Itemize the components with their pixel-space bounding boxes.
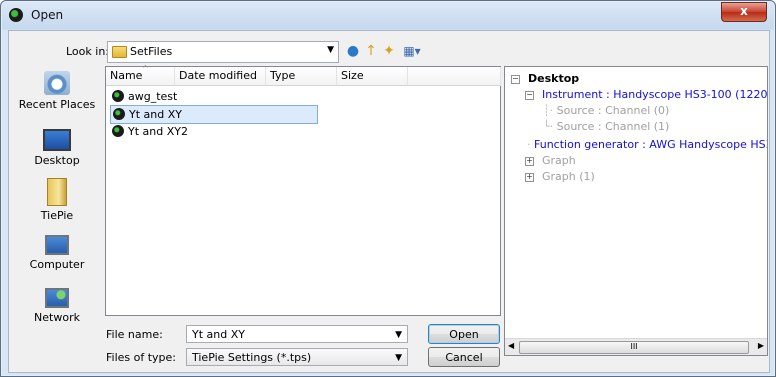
- file-name-label: File name:: [106, 328, 163, 341]
- scroll-left-icon[interactable]: ◀: [508, 341, 514, 350]
- file-row-selected[interactable]: Yt and XY: [110, 105, 318, 124]
- scroll-thumb[interactable]: III: [519, 341, 749, 354]
- open-button[interactable]: Open: [428, 324, 500, 344]
- tree-connector: ·: [527, 138, 531, 151]
- collapse-icon[interactable]: −: [511, 75, 520, 84]
- collapse-icon[interactable]: −: [525, 91, 534, 100]
- place-label: Computer: [29, 258, 85, 271]
- file-row[interactable]: Yt and XY2: [110, 123, 188, 140]
- place-network[interactable]: Network: [12, 284, 102, 324]
- tree-connector: ┊·: [543, 104, 554, 117]
- tree-connector: └·: [543, 120, 554, 133]
- tree-horizontal-scrollbar[interactable]: ◀ III ▶: [505, 338, 767, 355]
- open-dialog: Open x Look in: SetFiles ▼ ● ↑ ✦ ▦▾ Rece…: [0, 0, 776, 377]
- expand-icon[interactable]: +: [525, 157, 534, 166]
- computer-icon: [45, 235, 69, 255]
- file-type-select[interactable]: TiePie Settings (*.tps) ▼: [186, 348, 408, 366]
- cancel-button[interactable]: Cancel: [428, 347, 500, 367]
- place-desktop[interactable]: Desktop: [12, 126, 102, 167]
- folder-icon: [112, 46, 127, 58]
- tree-node-instrument[interactable]: − Instrument : Handyscope HS3-100 (12204): [525, 88, 767, 101]
- place-label: TiePie: [40, 209, 74, 222]
- tree-node-function-generator[interactable]: · Function generator : AWG Handyscope HS…: [527, 138, 767, 151]
- places-bar: Recent Places Desktop TiePie Computer Ne…: [12, 66, 102, 366]
- back-icon[interactable]: ●: [345, 41, 361, 61]
- column-header-size[interactable]: Size: [337, 67, 408, 86]
- column-header-name[interactable]: Name ^: [106, 64, 175, 86]
- chevron-down-icon[interactable]: ▼: [395, 326, 402, 344]
- tree-node-graph[interactable]: + Graph: [525, 154, 576, 167]
- tree-node-source-0[interactable]: ┊· Source : Channel (0): [543, 104, 669, 117]
- look-in-label: Look in:: [66, 45, 109, 58]
- expand-icon[interactable]: +: [525, 173, 534, 182]
- tree-node-source-1[interactable]: └· Source : Channel (1): [543, 120, 669, 133]
- look-in-value: SetFiles: [130, 45, 173, 58]
- window-title: Open: [31, 8, 64, 22]
- chevron-down-icon: ▼: [327, 45, 334, 55]
- settings-tree: − Desktop − Instrument : Handyscope HS3-10…: [504, 66, 768, 356]
- tree-node-graph-1[interactable]: + Graph (1): [525, 170, 595, 183]
- tiepie-file-icon: [113, 108, 125, 120]
- file-row[interactable]: awg_test: [110, 88, 177, 105]
- tiepie-file-icon: [112, 125, 124, 137]
- tiepie-file-icon: [112, 90, 124, 102]
- place-label: Network: [34, 311, 80, 324]
- file-name-input[interactable]: Yt and XY ▼: [186, 325, 408, 343]
- user-folder-icon: [47, 178, 67, 206]
- close-button[interactable]: x: [721, 2, 767, 22]
- scroll-right-icon[interactable]: ▶: [758, 341, 764, 350]
- column-header-date-modified[interactable]: Date modified: [175, 67, 266, 86]
- view-menu-icon[interactable]: ▦▾: [400, 41, 424, 61]
- sort-asc-icon: ^: [142, 64, 149, 73]
- chevron-down-icon: ▼: [395, 353, 402, 363]
- column-header-type[interactable]: Type: [266, 67, 337, 86]
- place-tiepie[interactable]: TiePie: [12, 178, 102, 222]
- file-list: Name ^ Date modified Type Size awg_test …: [105, 64, 501, 316]
- dialog-client-area: Look in: SetFiles ▼ ● ↑ ✦ ▦▾ Recent Plac…: [8, 30, 770, 373]
- place-label: Recent Places: [18, 98, 96, 111]
- new-folder-icon[interactable]: ✦: [381, 41, 397, 61]
- title-bar: Open x: [1, 1, 775, 29]
- place-recent-places[interactable]: Recent Places: [12, 71, 102, 111]
- place-label: Desktop: [34, 154, 80, 167]
- network-icon: [45, 288, 69, 308]
- recent-places-icon: [44, 71, 70, 95]
- file-type-label: Files of type:: [106, 351, 177, 364]
- place-computer[interactable]: Computer: [12, 231, 102, 271]
- tiepie-app-icon: [9, 8, 23, 22]
- tree-node-desktop[interactable]: − Desktop: [511, 72, 579, 85]
- up-folder-icon[interactable]: ↑: [363, 41, 379, 61]
- desktop-icon: [43, 129, 71, 151]
- column-header-empty: [408, 67, 501, 86]
